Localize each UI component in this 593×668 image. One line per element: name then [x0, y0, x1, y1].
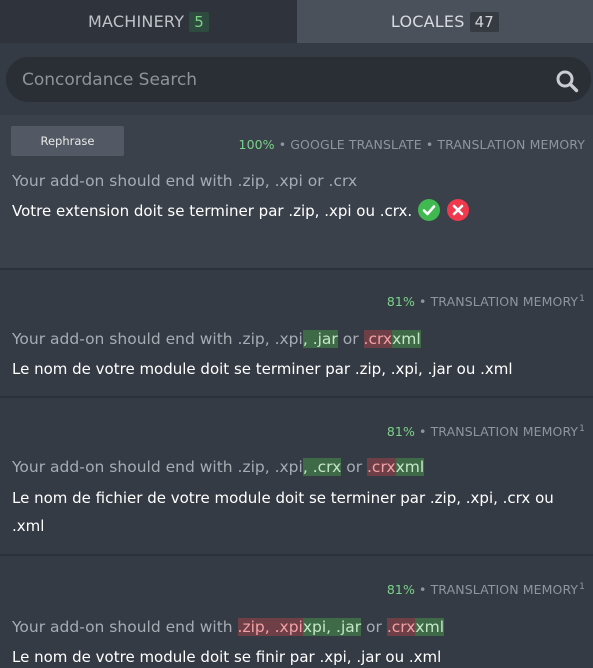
diff-insert: xpi, .jar: [302, 618, 362, 636]
quality-score: 100%: [238, 137, 275, 152]
check-icon: [422, 205, 436, 216]
tab-locales-label: LOCALES: [390, 12, 465, 31]
orig-text: Your add-on should end with .zip, .xpi: [12, 330, 303, 348]
close-icon: [452, 204, 464, 216]
search-input[interactable]: [22, 58, 542, 101]
orig-text: Your add-on should end with .zip, .xpi: [12, 458, 303, 476]
search-icon[interactable]: [555, 69, 579, 93]
diff-delete: .crx: [367, 458, 396, 476]
original-string: Your add-on should end with .zip, .xpixp…: [12, 618, 444, 636]
sources-label: • TRANSLATION MEMORY: [414, 294, 579, 310]
tab-machinery[interactable]: MACHINERY 5: [0, 0, 297, 43]
original-string: Your add-on should end with .zip, .xpi o…: [12, 172, 358, 190]
diff-insert: xml: [415, 618, 444, 636]
translation-string: Le nom de fichier de votre module doit s…: [12, 489, 554, 535]
machinery-entry-2[interactable]: 81% • TRANSLATION MEMORY1 Your add-on sh…: [0, 282, 593, 396]
diff-insert: xml: [392, 330, 421, 348]
sources-count: 1: [579, 582, 585, 592]
quality-score: 81%: [386, 582, 415, 598]
diff-insert: xml: [395, 458, 425, 476]
translation-string: Le nom de votre module doit se terminer …: [12, 360, 513, 378]
entry-sources: 81% • TRANSLATION MEMORY1: [387, 582, 585, 597]
sources-label: • TRANSLATION MEMORY: [414, 424, 579, 440]
orig-text: or: [361, 618, 387, 636]
sources-label: • TRANSLATION MEMORY: [414, 582, 579, 598]
divider: [0, 268, 593, 270]
concordance-search: [6, 57, 591, 102]
rephrase-button[interactable]: Rephrase: [11, 126, 124, 156]
machinery-entry-3[interactable]: 81% • TRANSLATION MEMORY1 Your add-on sh…: [0, 398, 593, 554]
diff-insert: , .crx: [302, 458, 342, 476]
entry-sources: 81% • TRANSLATION MEMORY1: [387, 424, 585, 439]
orig-text: Your add-on should end with: [12, 618, 238, 636]
diff-insert: , .jar: [302, 330, 338, 348]
tab-locales-count: 47: [469, 11, 500, 32]
machinery-entry-1[interactable]: Rephrase 100% • GOOGLE TRANSLATE • TRANS…: [0, 115, 593, 268]
diff-delete: .crx: [386, 618, 416, 636]
reject-button[interactable]: [447, 199, 469, 221]
sources-count: 1: [579, 424, 585, 434]
entry-sources: 81% • TRANSLATION MEMORY1: [387, 294, 585, 309]
original-string: Your add-on should end with .zip, .xpi, …: [12, 458, 425, 476]
sources-count: 1: [579, 294, 585, 304]
entry-sources: 100% • GOOGLE TRANSLATE • TRANSLATION ME…: [239, 137, 585, 152]
machinery-entry-4[interactable]: 81% • TRANSLATION MEMORY1 Your add-on sh…: [0, 556, 593, 668]
translation-string: Votre extension doit se terminer par .zi…: [12, 202, 413, 220]
tab-locales[interactable]: LOCALES 47: [297, 0, 593, 43]
quality-score: 81%: [386, 294, 415, 310]
original-string: Your add-on should end with .zip, .xpi, …: [12, 330, 421, 348]
orig-text: or: [341, 458, 367, 476]
accept-button[interactable]: [418, 199, 440, 221]
quality-score: 81%: [386, 424, 415, 440]
tab-machinery-count: 5: [189, 11, 209, 32]
sources-label: • GOOGLE TRANSLATE • TRANSLATION MEMORY: [274, 137, 585, 152]
translation-string: Le nom de votre module doit se finir par…: [12, 648, 442, 666]
orig-text: or: [337, 330, 364, 348]
tab-bar: MACHINERY 5 LOCALES 47: [0, 0, 593, 43]
diff-delete: .crx: [363, 330, 393, 348]
diff-delete: .zip, .xpi: [237, 618, 303, 636]
search-area: [0, 43, 593, 115]
tab-machinery-label: MACHINERY: [88, 12, 185, 31]
